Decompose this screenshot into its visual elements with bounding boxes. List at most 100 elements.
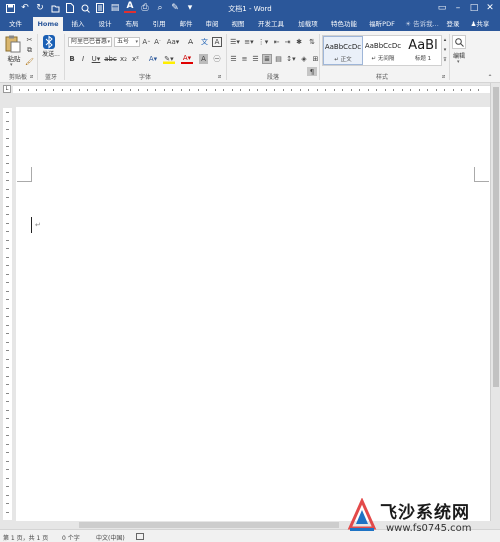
text-effects-icon[interactable]: A▾ xyxy=(147,54,159,64)
proofing-icon[interactable] xyxy=(136,533,144,540)
font-launcher-icon[interactable]: ⧄ xyxy=(218,74,221,80)
ruler-tick xyxy=(6,205,9,207)
chinese-layout-icon[interactable]: ✱ xyxy=(294,37,304,47)
ruler-tick xyxy=(172,89,173,91)
italic-icon[interactable]: I xyxy=(79,54,87,64)
bluetooth-icon[interactable] xyxy=(42,35,56,49)
line-spacing-icon[interactable]: ↕▾ xyxy=(285,54,297,64)
align-left-icon[interactable]: ☰ xyxy=(229,54,238,64)
change-case-icon[interactable]: Aa▾ xyxy=(166,37,180,47)
bullets-icon[interactable]: ☰▾ xyxy=(229,37,241,47)
grow-font-icon[interactable]: A ^ xyxy=(142,37,151,47)
highlight-icon[interactable]: ✎▾ xyxy=(163,54,175,64)
editing-dropdown-icon[interactable]: ▾ xyxy=(457,59,460,65)
superscript-icon[interactable]: x² xyxy=(131,54,140,64)
tab-features[interactable]: 特色功能 xyxy=(328,17,360,31)
align-center-icon[interactable]: ≡ xyxy=(240,54,249,64)
distributed-icon[interactable]: ▤ xyxy=(274,54,283,64)
justify-icon[interactable]: ≣ xyxy=(262,54,272,64)
increase-indent-icon[interactable]: ⇥ xyxy=(283,37,292,47)
close-icon[interactable]: ✕ xyxy=(482,1,498,15)
ruler-tick xyxy=(452,89,454,91)
styles-more-icon[interactable]: ⊽ xyxy=(442,55,448,64)
share-button[interactable]: ♟共享 xyxy=(465,17,495,31)
search-icon[interactable] xyxy=(452,35,466,49)
ruler-tick xyxy=(6,214,9,215)
strikethrough-icon[interactable]: abc xyxy=(104,54,117,64)
ruler-tick xyxy=(316,89,318,91)
vertical-ruler[interactable] xyxy=(3,108,12,520)
tab-selector-icon[interactable]: L xyxy=(3,85,11,93)
ruler-tick xyxy=(197,89,199,91)
font-size-dropdown[interactable]: 五号 ▾ xyxy=(114,37,140,47)
tab-home[interactable]: Home xyxy=(33,17,63,32)
ruler-tick xyxy=(6,460,9,462)
enclosed-char-icon[interactable]: A xyxy=(212,37,222,47)
style-heading-1[interactable]: AaBl 标题 1 xyxy=(403,36,443,65)
scrollbar-thumb[interactable] xyxy=(493,87,499,387)
cut-icon[interactable]: ✂ xyxy=(25,35,34,44)
ruler-tick xyxy=(418,89,420,91)
ruler-tick xyxy=(6,409,9,411)
ruler-tick xyxy=(427,89,428,91)
subscript-icon[interactable]: x₂ xyxy=(119,54,128,64)
maximize-icon[interactable]: □ xyxy=(466,1,482,15)
ribbon-options-icon[interactable]: ▭ xyxy=(434,1,450,15)
tab-file[interactable]: 文件 xyxy=(3,17,28,31)
copy-icon[interactable]: ⧉ xyxy=(25,46,34,55)
tab-references[interactable]: 引用 xyxy=(148,17,170,31)
tab-layout[interactable]: 布局 xyxy=(121,17,143,31)
word-count[interactable]: 0 个字 xyxy=(62,533,80,542)
tab-review[interactable]: 审阅 xyxy=(201,17,223,31)
scrollbar-thumb[interactable] xyxy=(79,522,339,528)
char-shading-icon[interactable]: A xyxy=(199,54,208,64)
decrease-indent-icon[interactable]: ⇤ xyxy=(272,37,281,47)
login-link[interactable]: 登录 xyxy=(443,17,463,31)
styles-scroll-up-icon[interactable]: ▴ xyxy=(442,35,448,44)
vertical-scrollbar[interactable] xyxy=(490,83,500,521)
tab-mailings[interactable]: 邮件 xyxy=(175,17,197,31)
tab-foxit-pdf[interactable]: 福昕PDF xyxy=(366,17,398,31)
multilevel-list-icon[interactable]: ⋮▾ xyxy=(257,37,269,47)
enclose-characters-icon[interactable]: ㊀ xyxy=(212,54,222,64)
font-name-dropdown[interactable]: 阿里巴巴普惠 ▾ xyxy=(68,37,112,47)
horizontal-ruler[interactable]: L xyxy=(0,83,500,95)
ruler-tick xyxy=(87,89,88,91)
tab-view[interactable]: 视图 xyxy=(227,17,249,31)
style-no-spacing[interactable]: AaBbCcDc ↵ 无间隔 xyxy=(363,36,403,65)
shrink-font-icon[interactable]: Aˇ xyxy=(153,37,162,47)
tell-me-search[interactable]: ☀ 告诉我... xyxy=(403,17,441,31)
format-painter-icon[interactable]: 🖌 xyxy=(25,57,34,66)
paste-icon[interactable] xyxy=(4,34,22,54)
ruler-tick xyxy=(6,443,9,445)
shading-icon[interactable]: ◈ xyxy=(299,54,309,64)
numbering-icon[interactable]: ≡▾ xyxy=(243,37,255,47)
collapse-ribbon-icon[interactable]: ⌃ xyxy=(485,73,495,81)
page-count[interactable]: 第 1 页，共 1 页 xyxy=(3,533,48,542)
document-page[interactable]: ↵ xyxy=(16,107,490,521)
paste-dropdown-icon[interactable]: ▾ xyxy=(10,62,13,68)
paste-label[interactable]: 粘贴 xyxy=(4,53,24,63)
ruler-tick xyxy=(121,89,122,91)
bluetooth-send-button[interactable]: 发送... xyxy=(40,51,62,59)
ruler-tick xyxy=(6,273,9,275)
styles-scroll-down-icon[interactable]: ▾ xyxy=(442,45,448,54)
underline-icon[interactable]: U▾ xyxy=(90,54,102,64)
style-normal[interactable]: AaBbCcDc ↵ 正文 xyxy=(323,36,363,65)
font-size-value: 五号 xyxy=(117,38,130,45)
styles-launcher-icon[interactable]: ⧄ xyxy=(442,74,445,80)
bold-icon[interactable]: B xyxy=(68,54,76,64)
sort-icon[interactable]: ⇅ xyxy=(307,37,317,47)
ruler-tick xyxy=(444,89,445,91)
clipboard-launcher-icon[interactable]: ⧄ xyxy=(30,74,33,80)
font-color-icon[interactable]: A▾ xyxy=(181,54,193,64)
clear-formatting-icon[interactable]: A̶ xyxy=(186,37,195,47)
tab-design[interactable]: 设计 xyxy=(94,17,116,31)
tab-addins[interactable]: 加载项 xyxy=(295,17,321,31)
language[interactable]: 中文(中国) xyxy=(96,533,125,542)
minimize-icon[interactable]: – xyxy=(450,1,466,15)
phonetic-guide-icon[interactable]: 文 xyxy=(199,37,210,47)
tab-developer[interactable]: 开发工具 xyxy=(255,17,287,31)
tab-insert[interactable]: 插入 xyxy=(67,17,89,31)
align-right-icon[interactable]: ☰ xyxy=(251,54,260,64)
